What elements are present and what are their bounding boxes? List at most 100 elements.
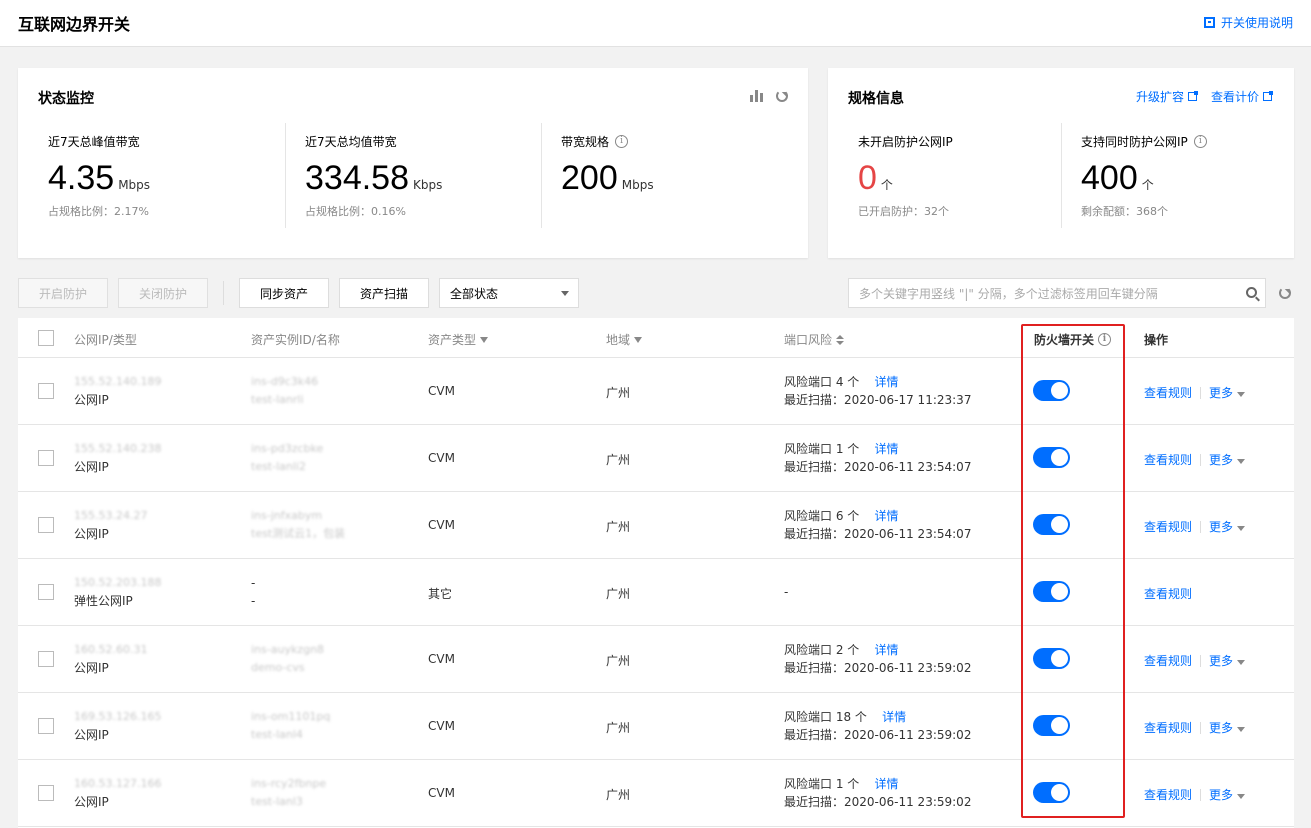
firewall-toggle[interactable] (1033, 782, 1070, 803)
ip-type: 公网IP (74, 527, 109, 541)
risk-ports: 风险端口 2 个 (784, 643, 860, 657)
row-checkbox[interactable] (38, 450, 54, 466)
info-icon[interactable]: i (1193, 135, 1207, 148)
upgrade-link[interactable]: 升级扩容 (1136, 88, 1198, 105)
col-ip: 公网IP/类型 (74, 333, 137, 347)
firewall-toggle[interactable] (1033, 648, 1070, 669)
external-link-icon (1187, 91, 1198, 101)
pricing-link[interactable]: 查看计价 (1210, 88, 1273, 105)
spec-card-title: 规格信息 (848, 91, 904, 107)
col-region[interactable]: 地域 (606, 331, 643, 348)
detail-link[interactable]: 详情 (875, 643, 899, 657)
instance-id[interactable]: ins-om1101pq (251, 708, 330, 726)
detail-link[interactable]: 详情 (875, 375, 899, 389)
view-rules-link[interactable]: 查看规则 (1144, 652, 1192, 669)
help-link[interactable]: 开关使用说明 (1203, 14, 1293, 31)
instance-name: test-lanl3 (251, 795, 303, 808)
instance-id[interactable]: ins-jnfxabym (251, 507, 345, 525)
view-rules-link[interactable]: 查看规则 (1144, 786, 1192, 803)
refresh-icon[interactable] (1279, 287, 1291, 299)
firewall-toggle[interactable] (1033, 581, 1070, 602)
risk-ports: 风险端口 4 个 (784, 375, 860, 389)
divider (541, 123, 542, 228)
status-card-title: 状态监控 (38, 91, 94, 107)
divider (1200, 654, 1202, 667)
document-icon (1203, 17, 1215, 28)
asset-type: CVM (428, 384, 455, 398)
select-all-checkbox[interactable] (38, 330, 54, 346)
instance-id[interactable]: ins-d9c3k46 (251, 373, 318, 391)
view-rules-link[interactable]: 查看规则 (1144, 384, 1192, 401)
col-firewall-label: 防火墙开关 (1034, 333, 1095, 347)
status-select[interactable]: 全部状态 (439, 278, 579, 308)
more-label: 更多 (1209, 721, 1234, 735)
metric-label: 带宽规格 (561, 135, 610, 149)
enable-protection-button[interactable]: 开启防护 (18, 278, 108, 308)
col-port-risk-label: 端口风险 (784, 333, 833, 347)
instance-id[interactable]: ins-rcy2fbnpe (251, 775, 326, 793)
filter-icon[interactable] (634, 336, 643, 343)
filter-icon[interactable] (480, 336, 489, 343)
region: 广州 (606, 587, 631, 601)
ip-address: 155.52.140.189 (74, 375, 162, 388)
ip-address: 155.52.140.238 (74, 442, 162, 455)
ip-type: 公网IP (74, 460, 109, 474)
search-icon[interactable] (1246, 287, 1257, 298)
detail-link[interactable]: 详情 (882, 710, 906, 724)
last-scan: 最近扫描：2020-06-11 23:59:02 (784, 661, 972, 675)
more-dropdown[interactable]: 更多 (1209, 384, 1246, 401)
ip-address: 169.53.126.165 (74, 710, 162, 723)
metric-sub: 已开启防护：32个 (858, 205, 949, 218)
more-dropdown[interactable]: 更多 (1209, 719, 1246, 736)
view-rules-link[interactable]: 查看规则 (1144, 518, 1192, 535)
pricing-link-label: 查看计价 (1210, 90, 1259, 104)
more-dropdown[interactable]: 更多 (1209, 451, 1246, 468)
view-rules-link[interactable]: 查看规则 (1144, 451, 1192, 468)
instance-id[interactable]: ins-pd3zcbke (251, 440, 323, 458)
row-checkbox[interactable] (38, 718, 54, 734)
col-instance: 资产实例ID/名称 (251, 333, 340, 347)
info-icon[interactable]: i (1098, 333, 1112, 346)
search-input[interactable]: 多个关键字用竖线 "|" 分隔，多个过滤标签用回车键分隔 (848, 278, 1266, 308)
firewall-toggle[interactable] (1033, 447, 1070, 468)
metric-label: 未开启防护公网IP (858, 135, 953, 149)
top-bar: 互联网边界开关 开关使用说明 (0, 0, 1311, 47)
firewall-toggle[interactable] (1033, 715, 1070, 736)
instance-id[interactable]: ins-auykzgn8 (251, 641, 324, 659)
metric-value: 400 (1081, 159, 1138, 197)
more-dropdown[interactable]: 更多 (1209, 652, 1246, 669)
more-dropdown[interactable]: 更多 (1209, 786, 1246, 803)
chevron-down-icon (1237, 392, 1246, 397)
more-dropdown[interactable]: 更多 (1209, 518, 1246, 535)
view-rules-link[interactable]: 查看规则 (1144, 719, 1192, 736)
row-checkbox[interactable] (38, 584, 54, 600)
detail-link[interactable]: 详情 (875, 509, 899, 523)
region: 广州 (606, 654, 631, 668)
last-scan: 最近扫描：2020-06-11 23:59:02 (784, 728, 972, 742)
row-checkbox[interactable] (38, 651, 54, 667)
col-asset-type[interactable]: 资产类型 (428, 331, 489, 348)
metric-label: 支持同时防护公网IP (1081, 135, 1188, 149)
row-checkbox[interactable] (38, 785, 54, 801)
firewall-toggle[interactable] (1033, 380, 1070, 401)
view-rules-link[interactable]: 查看规则 (1144, 585, 1192, 602)
table-row: 155.52.140.189 公网IP ins-d9c3k46 test-lanrli… (18, 358, 1294, 425)
bar-chart-icon[interactable] (750, 90, 764, 102)
search-placeholder: 多个关键字用竖线 "|" 分隔，多个过滤标签用回车键分隔 (859, 286, 1158, 301)
col-port-risk[interactable]: 端口风险 (784, 331, 845, 348)
detail-link[interactable]: 详情 (875, 777, 899, 791)
asset-type: 其它 (428, 587, 453, 601)
row-checkbox[interactable] (38, 383, 54, 399)
metric-avg-bandwidth: 近7天总均值带宽 334.58 Kbps 占规格比例：0.16% (295, 123, 545, 228)
page-title: 互联网边界开关 (18, 15, 131, 34)
disable-protection-button[interactable]: 关闭防护 (118, 278, 208, 308)
refresh-icon[interactable] (776, 90, 788, 102)
sync-assets-button[interactable]: 同步资产 (239, 278, 329, 308)
row-checkbox[interactable] (38, 517, 54, 533)
detail-link[interactable]: 详情 (875, 442, 899, 456)
sort-icon[interactable] (836, 334, 845, 345)
asset-scan-button[interactable]: 资产扫描 (339, 278, 429, 308)
info-icon[interactable]: i (615, 135, 629, 148)
asset-type: CVM (428, 451, 455, 465)
firewall-toggle[interactable] (1033, 514, 1070, 535)
